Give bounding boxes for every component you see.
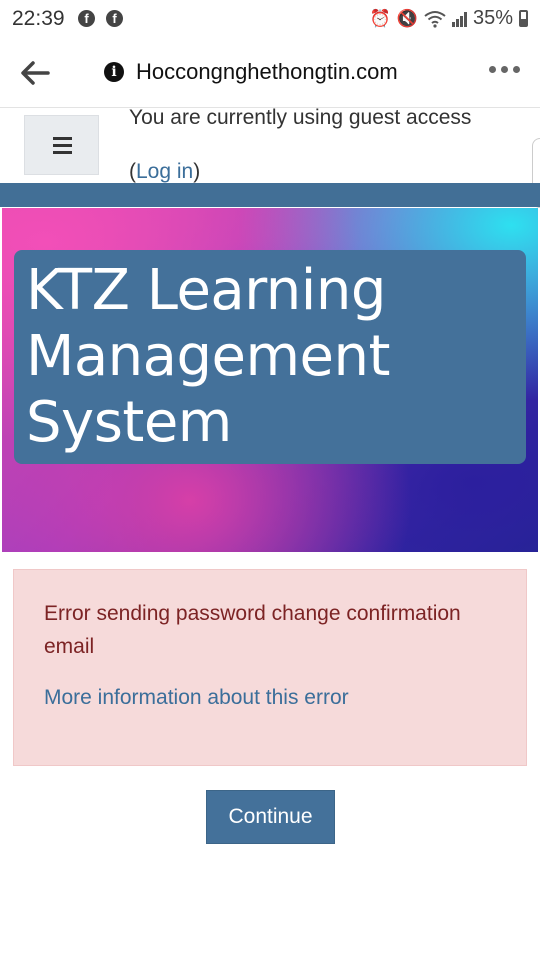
site-title-line: Management (26, 324, 390, 389)
battery-percent: 35% (472, 7, 513, 29)
navigation-strip (0, 183, 540, 207)
login-line: (Log in) (129, 160, 200, 184)
address-bar-url[interactable]: Hoccongnghethongtin.com (136, 59, 398, 85)
browser-toolbar: i Hoccongnghethongtin.com (0, 38, 540, 108)
site-title: KTZ Learning Management System (26, 258, 516, 456)
login-link[interactable]: Log in (136, 160, 193, 183)
more-horizontal-icon[interactable] (489, 66, 520, 73)
error-message: Error sending password change confirmati… (44, 602, 461, 658)
site-title-line: System (26, 390, 232, 455)
error-alert: Error sending password change confirmati… (13, 569, 527, 766)
status-time: 22:39 (12, 7, 65, 30)
vibrate-off-icon: 🔇 (396, 8, 418, 28)
login-suffix: ) (193, 160, 201, 183)
battery-icon (519, 10, 528, 27)
site-title-line: KTZ Learning (26, 258, 386, 323)
system-icons: ⏰ 🔇 35% (370, 7, 528, 30)
login-prefix: ( (129, 160, 136, 183)
arrow-left-icon[interactable] (16, 56, 56, 90)
more-info-link[interactable]: More information about this error (44, 686, 349, 710)
continue-button[interactable]: Continue (206, 790, 335, 844)
wifi-icon (424, 10, 446, 28)
guest-access-notice: You are currently using guest access (129, 106, 472, 129)
hero-banner: KTZ Learning Management System (2, 208, 538, 552)
facebook-icon: f (78, 10, 95, 27)
status-bar: 22:39 f f ⏰ 🔇 35% (0, 0, 540, 38)
facebook-icon: f (106, 10, 123, 27)
site-title-box: KTZ Learning Management System (14, 250, 526, 464)
hamburger-menu-button[interactable] (24, 115, 99, 175)
alarm-icon: ⏰ (369, 8, 391, 28)
info-icon[interactable]: i (104, 62, 124, 82)
signal-icon (451, 11, 467, 27)
